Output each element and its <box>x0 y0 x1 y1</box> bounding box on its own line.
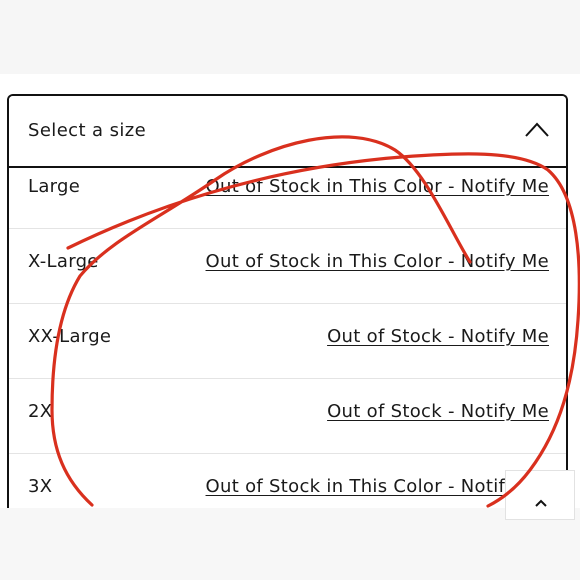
notify-me-link[interactable]: Out of Stock - Notify Me <box>327 401 549 422</box>
size-option-row[interactable]: 2X Out of Stock - Notify Me <box>9 379 566 454</box>
size-dropdown[interactable]: Select a size <box>9 96 566 168</box>
size-name: Large <box>28 176 81 197</box>
size-dropdown-label: Select a size <box>28 120 147 141</box>
chevron-up-icon[interactable] <box>524 120 550 138</box>
notify-me-link[interactable]: Out of Stock in This Color - Notify Me <box>206 176 549 197</box>
size-option-row[interactable]: 3X Out of Stock in This Color - Notify M… <box>9 454 566 508</box>
size-option-row[interactable]: XX-Large Out of Stock - Notify Me <box>9 304 566 379</box>
page-background-bottom <box>0 508 580 580</box>
screenshot-stage: Select a size Large Out of Stock in This… <box>0 0 580 580</box>
size-name: X-Large <box>28 251 99 272</box>
scroll-to-top-button[interactable] <box>505 470 575 520</box>
size-name: XX-Large <box>28 326 112 347</box>
size-name: 2X <box>28 401 53 422</box>
notify-me-link[interactable]: Out of Stock - Notify Me <box>327 326 549 347</box>
notify-me-link[interactable]: Out of Stock in This Color - Notify Me <box>206 476 549 497</box>
size-options-list: Large Out of Stock in This Color - Notif… <box>9 154 566 508</box>
size-option-row[interactable]: X-Large Out of Stock in This Color - Not… <box>9 229 566 304</box>
size-selector-panel: Select a size Large Out of Stock in This… <box>7 94 568 508</box>
size-name: 3X <box>28 476 53 497</box>
page-background-top <box>0 0 580 74</box>
chevron-up-icon <box>535 499 547 507</box>
notify-me-link[interactable]: Out of Stock in This Color - Notify Me <box>206 251 549 272</box>
